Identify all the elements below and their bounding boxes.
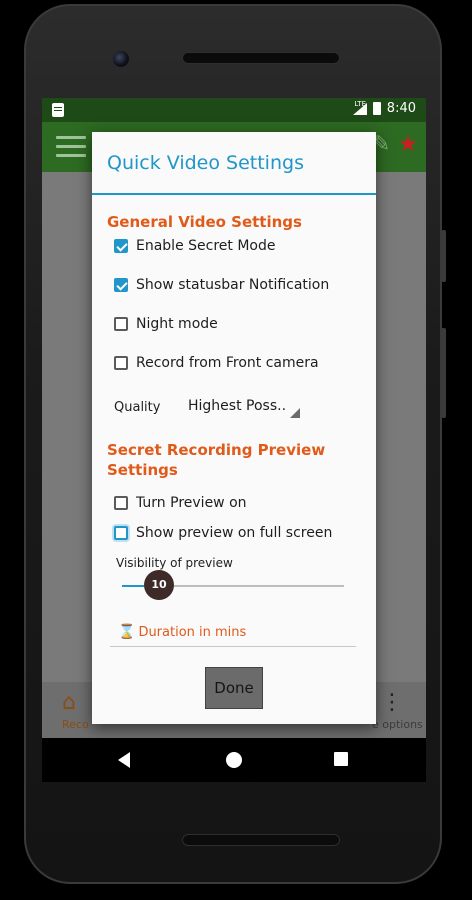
- checkbox-preview-full-screen[interactable]: [114, 526, 128, 540]
- quality-value: Highest Poss..: [188, 398, 287, 414]
- status-bar: LTE 8:40: [42, 98, 426, 122]
- more-options-label[interactable]: e options: [372, 718, 423, 731]
- duration-field[interactable]: ⌛ Duration in mins: [118, 624, 246, 640]
- quality-label: Quality: [114, 400, 161, 415]
- visibility-slider-thumb[interactable]: 10: [144, 570, 174, 600]
- option-label: Show preview on full screen: [136, 525, 333, 541]
- checkbox-show-statusbar-notification[interactable]: [114, 278, 128, 292]
- dropdown-arrow-icon: [290, 408, 300, 418]
- option-label: Turn Preview on: [136, 495, 247, 511]
- star-icon[interactable]: ★: [398, 132, 418, 157]
- status-time: 8:40: [386, 101, 416, 116]
- option-turn-preview-on[interactable]: Turn Preview on: [114, 495, 247, 511]
- menu-icon[interactable]: [56, 136, 86, 158]
- record-tab-label[interactable]: Reco: [62, 718, 89, 731]
- quality-dropdown[interactable]: Highest Poss..: [184, 392, 302, 420]
- dialog-title: Quick Video Settings: [107, 152, 304, 174]
- checkbox-night-mode[interactable]: [114, 317, 128, 331]
- visibility-label: Visibility of preview: [116, 556, 233, 570]
- duration-placeholder: Duration in mins: [138, 624, 247, 640]
- done-button[interactable]: Done: [205, 667, 263, 709]
- battery-icon: [372, 102, 381, 115]
- preview-settings-heading: Secret Recording Preview Settings: [107, 440, 325, 480]
- duration-underline: [110, 646, 356, 647]
- volume-rocker: [441, 328, 446, 418]
- bottom-speaker: [182, 834, 340, 846]
- preview-heading-line2: Settings: [107, 461, 178, 479]
- recents-icon[interactable]: [334, 752, 348, 766]
- network-type: LTE: [354, 100, 366, 108]
- home-circle-icon[interactable]: [226, 752, 242, 768]
- power-button: [441, 230, 446, 282]
- option-record-front-camera[interactable]: Record from Front camera: [114, 355, 319, 371]
- front-camera: [113, 51, 129, 67]
- option-night-mode[interactable]: Night mode: [114, 316, 218, 332]
- option-enable-secret-mode[interactable]: Enable Secret Mode: [114, 238, 275, 254]
- notification-icon: [52, 103, 64, 117]
- option-preview-full-screen[interactable]: Show preview on full screen: [114, 525, 332, 541]
- more-vert-icon[interactable]: ⋮: [381, 690, 403, 715]
- checkbox-turn-preview-on[interactable]: [114, 496, 128, 510]
- option-label: Night mode: [136, 316, 218, 332]
- preview-heading-line1: Secret Recording Preview: [107, 441, 326, 459]
- option-show-statusbar-notification[interactable]: Show statusbar Notification: [114, 277, 329, 293]
- option-label: Show statusbar Notification: [136, 277, 330, 293]
- quick-video-settings-dialog: Quick Video Settings General Video Setti…: [92, 132, 376, 724]
- back-icon[interactable]: [118, 752, 130, 768]
- option-label: Enable Secret Mode: [136, 238, 276, 254]
- hourglass-icon: ⌛: [118, 624, 136, 640]
- title-divider: [92, 193, 376, 195]
- checkbox-record-front-camera[interactable]: [114, 356, 128, 370]
- checkbox-enable-secret-mode[interactable]: [114, 239, 128, 253]
- general-settings-heading: General Video Settings: [107, 213, 302, 231]
- home-icon[interactable]: ⌂: [62, 690, 76, 715]
- earpiece-speaker: [182, 52, 340, 64]
- system-navigation-bar: [42, 738, 426, 782]
- visibility-slider-fill: [122, 585, 145, 587]
- option-label: Record from Front camera: [136, 355, 319, 371]
